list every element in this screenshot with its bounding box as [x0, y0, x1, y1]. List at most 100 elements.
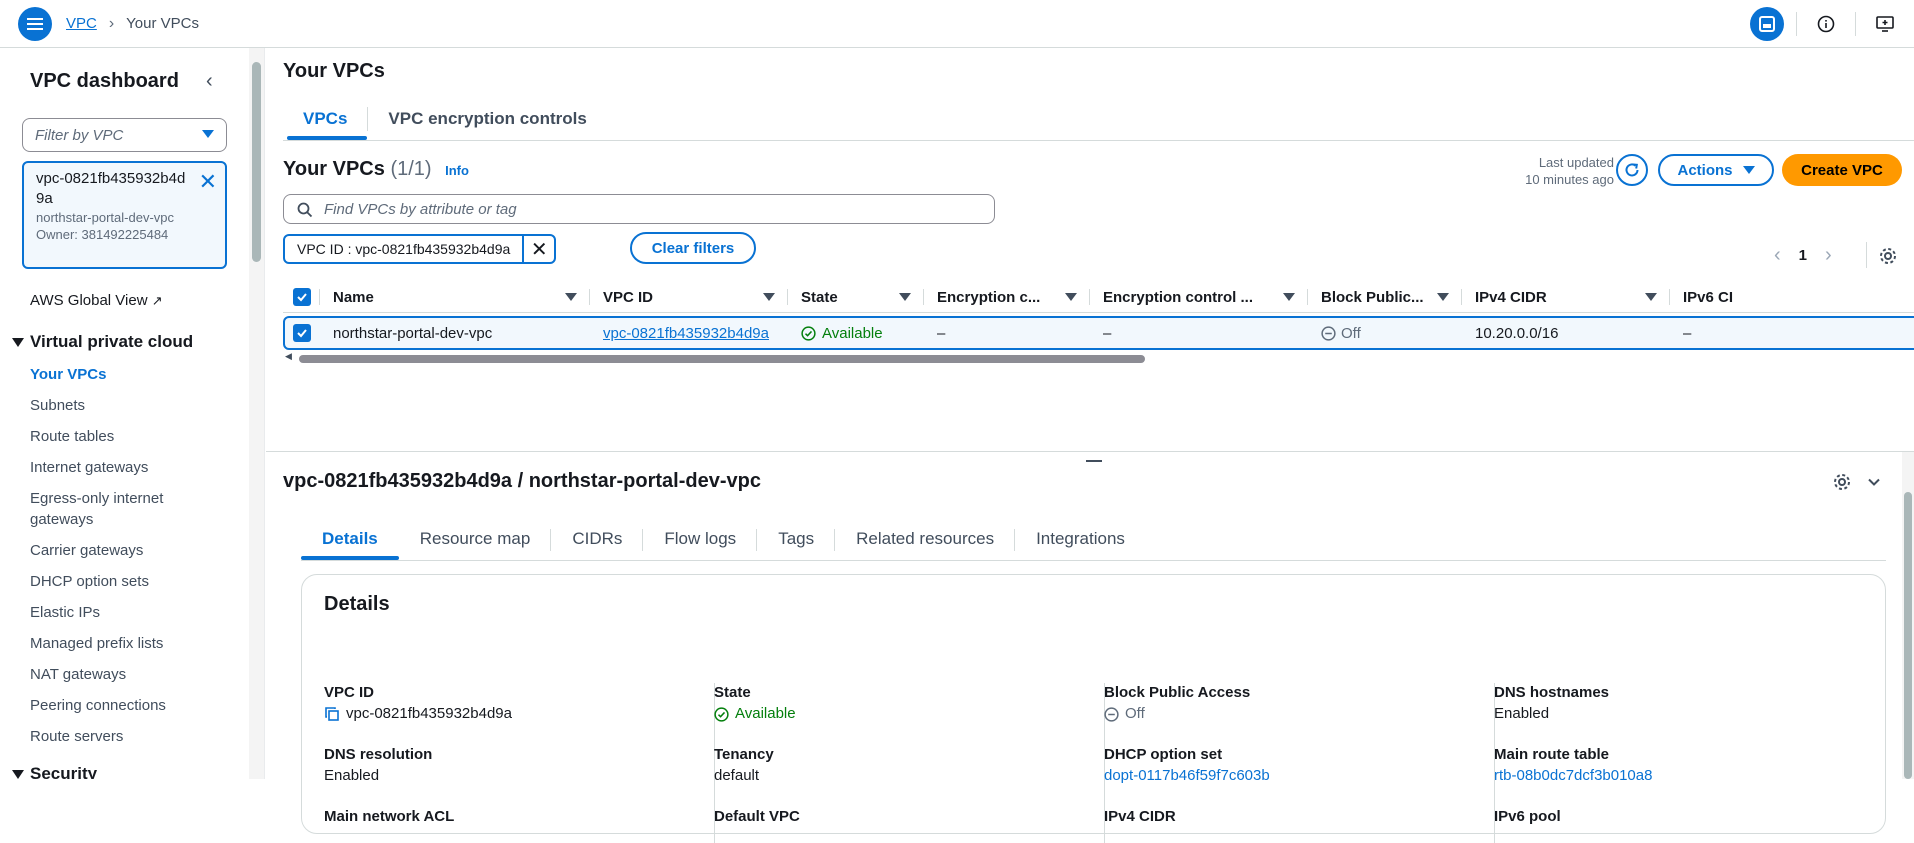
- field-ipv6-pool: IPv6 pool: [1494, 807, 1834, 827]
- sidebar-item-peering-connections[interactable]: Peering connections: [30, 695, 220, 716]
- sidebar-item-route-tables[interactable]: Route tables: [30, 426, 220, 447]
- sort-icon: [899, 293, 911, 301]
- tab-flow-logs[interactable]: Flow logs: [643, 518, 758, 560]
- create-vpc-button[interactable]: Create VPC: [1782, 154, 1902, 186]
- aws-global-view-link[interactable]: AWS Global View ↗: [30, 292, 163, 309]
- table-count: (1/1): [390, 158, 432, 180]
- search-input[interactable]: Find VPCs by attribute or tag: [283, 194, 995, 224]
- section-label: Virtual private cloud: [30, 332, 194, 351]
- tab-vpc-encryption-controls[interactable]: VPC encryption controls: [367, 107, 606, 131]
- state-value: Available: [735, 705, 796, 722]
- info-icon[interactable]: [1809, 7, 1843, 41]
- filter-placeholder: Filter by VPC: [35, 126, 124, 144]
- tab-related-resources[interactable]: Related resources: [835, 518, 1016, 560]
- details-scrollbar[interactable]: [1902, 452, 1914, 779]
- field-key: VPC ID: [324, 684, 375, 701]
- section-security[interactable]: Security: [12, 764, 97, 779]
- sort-icon: [565, 293, 577, 301]
- menu-icon[interactable]: [18, 6, 52, 41]
- tab-vpcs[interactable]: VPCs: [283, 98, 368, 140]
- table-row[interactable]: northstar-portal-dev-vpc vpc-0821fb43593…: [283, 316, 1914, 350]
- column-label: Encryption c...: [937, 288, 1041, 306]
- info-link[interactable]: Info: [445, 163, 469, 178]
- table-title: Your VPCs (1/1) Info: [283, 158, 469, 181]
- filter-by-vpc-select[interactable]: Filter by VPC: [22, 118, 227, 152]
- gear-icon[interactable]: [1878, 246, 1898, 269]
- dhcp-option-set-link[interactable]: dopt-0117b46f59f7c603b: [1104, 765, 1270, 787]
- sidebar-item-route-servers[interactable]: Route servers: [30, 726, 220, 747]
- column-header-encryption-c[interactable]: Encryption c...: [937, 281, 1089, 313]
- tab-resource-map[interactable]: Resource map: [399, 518, 552, 560]
- feedback-icon[interactable]: [1868, 7, 1902, 41]
- field-key: State: [714, 684, 751, 701]
- chevron-down-icon[interactable]: [1864, 472, 1884, 495]
- last-updated-value: 10 minutes ago: [1525, 172, 1614, 187]
- column-header-block-public[interactable]: Block Public...: [1321, 281, 1461, 313]
- row-checkbox[interactable]: [293, 318, 311, 348]
- global-view-label: AWS Global View: [30, 292, 148, 309]
- divider: [589, 289, 590, 305]
- column-header-ipv4-cidr[interactable]: IPv4 CIDR: [1475, 281, 1669, 313]
- divider: [1855, 12, 1856, 36]
- sidebar-item-elastic-ips[interactable]: Elastic IPs: [30, 602, 220, 623]
- cell-encryption-control: –: [1103, 324, 1112, 342]
- column-header-ipv6-cidr[interactable]: IPv6 CI: [1683, 281, 1914, 313]
- column-header-name[interactable]: Name: [333, 281, 589, 313]
- close-icon[interactable]: ✕: [524, 237, 554, 262]
- table-horizontal-scrollbar[interactable]: ◀ ▶: [283, 351, 1914, 365]
- filter-chip-label[interactable]: VPC ID : vpc-0821fb435932b4d9a: [285, 236, 525, 262]
- sidebar-item-carrier-gateways[interactable]: Carrier gateways: [30, 540, 220, 561]
- refresh-button[interactable]: [1616, 154, 1648, 186]
- column-header-vpc-id[interactable]: VPC ID: [603, 281, 787, 313]
- gear-icon[interactable]: [1832, 472, 1852, 495]
- breadcrumb-current: Your VPCs: [126, 15, 199, 32]
- select-all-checkbox[interactable]: [293, 281, 313, 313]
- tab-cidrs[interactable]: CIDRs: [551, 518, 644, 560]
- tab-label: Tags: [778, 529, 815, 548]
- sidebar-item-managed-prefix-lists[interactable]: Managed prefix lists: [30, 633, 220, 654]
- scrollbar-thumb[interactable]: [299, 355, 1145, 363]
- chevron-left-icon[interactable]: ‹: [206, 70, 213, 93]
- vpc-id-link[interactable]: vpc-0821fb435932b4d9a: [603, 325, 769, 342]
- scroll-left-icon[interactable]: ◀: [285, 351, 292, 362]
- sidebar-item-your-vpcs[interactable]: Your VPCs: [30, 364, 220, 385]
- cell-name: northstar-portal-dev-vpc: [333, 324, 493, 342]
- field-dns-hostnames: DNS hostnames Enabled: [1494, 683, 1834, 725]
- main-route-table-link[interactable]: rtb-08b0dc7dcf3b010a8: [1494, 765, 1652, 787]
- scrollbar-thumb[interactable]: [1904, 492, 1912, 779]
- scrollbar-thumb[interactable]: [252, 62, 261, 262]
- chevron-left-icon[interactable]: ‹: [1774, 244, 1781, 267]
- section-virtual-private-cloud[interactable]: Virtual private cloud: [12, 332, 193, 352]
- minus-circle-icon: [1321, 325, 1336, 341]
- pagination: ‹ 1 ›: [1774, 244, 1832, 267]
- tab-label: Integrations: [1036, 529, 1125, 548]
- close-icon[interactable]: ✕: [199, 169, 217, 195]
- top-right-tools: [1750, 0, 1914, 48]
- copy-icon[interactable]: [324, 706, 340, 722]
- sidebar-scrollbar[interactable]: [249, 48, 265, 779]
- chevron-right-icon[interactable]: ›: [1825, 244, 1832, 267]
- cell-block-public: Off: [1321, 318, 1361, 348]
- sidebar-item-dhcp-option-sets[interactable]: DHCP option sets: [30, 571, 220, 592]
- split-panel-icon[interactable]: [1750, 7, 1784, 41]
- tab-tags[interactable]: Tags: [757, 518, 836, 560]
- clear-filters-button[interactable]: Clear filters: [630, 232, 756, 264]
- sidebar-item-nat-gateways[interactable]: NAT gateways: [30, 664, 220, 685]
- sidebar-item-internet-gateways[interactable]: Internet gateways: [30, 457, 220, 478]
- column-header-state[interactable]: State: [801, 281, 923, 313]
- cell-vpc-id-link[interactable]: vpc-0821fb435932b4d9a: [603, 318, 769, 348]
- actions-button[interactable]: Actions: [1658, 154, 1774, 186]
- split-panel-divider[interactable]: [266, 451, 1914, 452]
- field-value: Enabled: [1494, 705, 1550, 722]
- resize-handle-icon[interactable]: [1086, 460, 1102, 462]
- tab-label: Details: [322, 529, 378, 548]
- page-number[interactable]: 1: [1799, 247, 1807, 264]
- tab-integrations[interactable]: Integrations: [1015, 518, 1146, 560]
- tab-details[interactable]: Details: [301, 518, 399, 560]
- field-default-vpc: Default VPC: [714, 807, 1054, 827]
- sidebar-item-egress-only-internet-gateways[interactable]: Egress-only internet gateways: [30, 488, 190, 530]
- column-header-encryption-control[interactable]: Encryption control ...: [1103, 281, 1307, 313]
- sidebar-item-subnets[interactable]: Subnets: [30, 395, 220, 416]
- breadcrumb-vpc-link[interactable]: VPC: [66, 15, 97, 32]
- divider: [301, 560, 1886, 561]
